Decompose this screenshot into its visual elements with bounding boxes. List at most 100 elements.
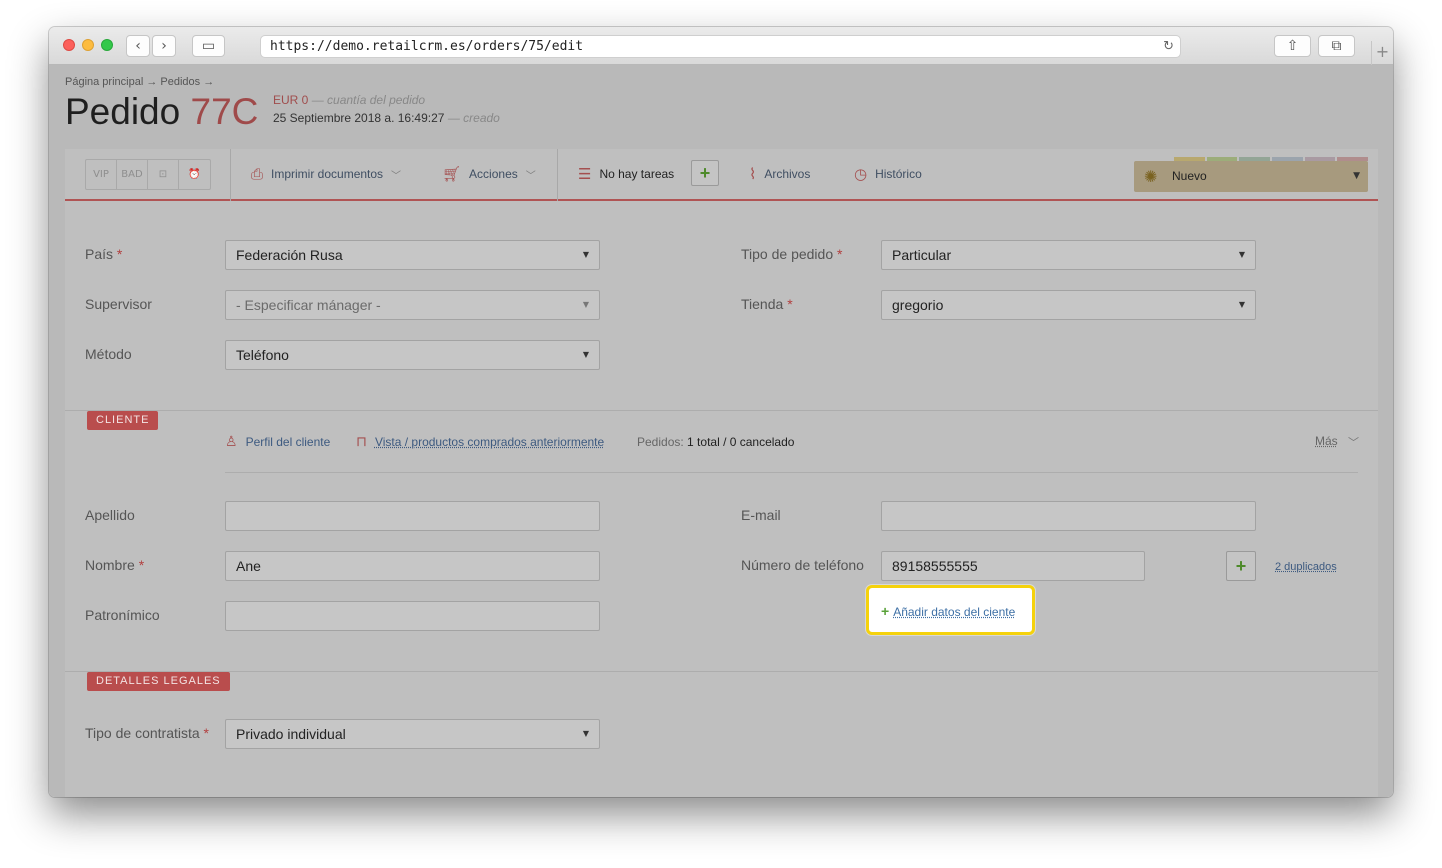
share-button[interactable]: ⇧ — [1274, 35, 1311, 57]
add-phone-button[interactable]: + — [1226, 551, 1256, 581]
reload-icon[interactable]: ↻ — [1163, 36, 1174, 57]
tipo-pedido-select[interactable]: Particular ▼ — [881, 240, 1256, 270]
add-client-data-highlight: + Añadir datos del ciente — [866, 585, 1035, 635]
printer-icon: ⎙ — [251, 165, 264, 183]
print-documents-label: Imprimir documentos — [271, 167, 384, 181]
telefono-input[interactable]: 89158555555 — [881, 551, 1145, 581]
address-bar[interactable]: https://demo.retailcrm.es/orders/75/edit… — [260, 35, 1181, 58]
email-input[interactable] — [881, 501, 1256, 531]
caret-down-icon: ▼ — [582, 729, 589, 738]
divider — [230, 149, 231, 201]
section-divider — [65, 410, 1378, 411]
status-box[interactable]: ✺ Nuevo ▼ — [1134, 161, 1368, 192]
caret-down-icon: ▼ — [1238, 300, 1245, 309]
legal-section-tag: DETALLES LEGALES — [87, 672, 230, 691]
breadcrumb[interactable]: Página principal → Pedidos → — [65, 76, 214, 88]
order-toolbar: VIP BAD ⊡ ⏰ ⎙ Imprimir documentos ﹀ 🛒︎ A… — [65, 149, 1378, 201]
order-sum-value: EUR 0 — [273, 93, 309, 107]
tab-overview-button[interactable]: ⧉ — [1318, 35, 1355, 57]
shopping-bag-icon: ⊓ — [356, 434, 367, 450]
nombre-label: Nombre * — [85, 557, 145, 573]
tienda-label: Tienda * — [741, 296, 793, 312]
caret-down-icon: ▼ — [582, 300, 589, 309]
client-profile-link[interactable]: ♙ Perfil del cliente — [225, 434, 330, 450]
actions-button[interactable]: 🛒︎ Acciones ﹀ — [442, 165, 536, 183]
url-text: https://demo.retailcrm.es/orders/75/edit — [270, 39, 584, 54]
add-client-data-label: Añadir datos del ciente — [893, 605, 1016, 619]
caret-down-icon: ▼ — [1238, 250, 1245, 259]
contratista-select[interactable]: Privado individual ▼ — [225, 719, 600, 749]
duplicates-link[interactable]: 2 duplicados — [1275, 561, 1337, 573]
page-title: Pedido 77C — [65, 91, 258, 133]
patronimico-label: Patronímico — [85, 607, 160, 623]
contratista-label: Tipo de contratista * — [85, 725, 209, 741]
plus-icon: + — [881, 603, 890, 619]
title-bar: ‹ › ▭ https://demo.retailcrm.es/orders/7… — [49, 27, 1393, 65]
new-tab-button[interactable]: + — [1371, 41, 1393, 65]
chevron-down-icon: ﹀ — [525, 170, 536, 182]
supervisor-value: - Especificar mánager - — [236, 297, 381, 313]
section-divider — [65, 671, 1378, 672]
forward-button[interactable]: › — [152, 35, 176, 57]
metodo-select[interactable]: Teléfono ▼ — [225, 340, 600, 370]
client-profile-label: Perfil del cliente — [245, 435, 331, 449]
history-button[interactable]: ◷ Histórico — [854, 165, 922, 183]
back-button[interactable]: ‹ — [126, 35, 150, 57]
caret-down-icon: ▼ — [1353, 171, 1360, 181]
more-link[interactable]: Más — [1315, 434, 1338, 448]
pais-select[interactable]: Federación Rusa ▼ — [225, 240, 600, 270]
pais-label: País * — [85, 246, 123, 262]
tienda-value: gregorio — [892, 297, 944, 313]
purchase-history-label: Vista / productos comprados anteriorment… — [374, 435, 605, 449]
tabs-icon: ⧉ — [1331, 38, 1342, 54]
order-sum: EUR 0 — cuantía del pedido — [273, 93, 425, 107]
orders-label: Pedidos: — [637, 435, 684, 449]
sidebar-toggle-button[interactable]: ▭ — [192, 35, 225, 57]
add-client-data-link[interactable]: + Añadir datos del ciente — [881, 603, 1015, 619]
metodo-value: Teléfono — [236, 347, 289, 363]
lightbulb-icon: ✺ — [1144, 167, 1158, 186]
chevron-down-icon[interactable]: ﹀ — [1348, 434, 1359, 450]
purchase-history-link[interactable]: ⊓ Vista / productos comprados anteriorme… — [356, 434, 604, 450]
orders-value: 1 total / 0 cancelado — [687, 435, 795, 449]
status-select[interactable]: ✺ Nuevo ▼ — [1134, 157, 1369, 192]
tienda-select[interactable]: gregorio ▼ — [881, 290, 1256, 320]
supervisor-label: Supervisor — [85, 296, 152, 312]
caret-down-icon: ▼ — [582, 250, 589, 259]
divider — [557, 149, 558, 201]
tipo-pedido-label: Tipo de pedido * — [741, 246, 843, 262]
created-label: — creado — [447, 111, 500, 125]
divider — [225, 472, 1358, 473]
order-sum-label: — cuantía del pedido — [311, 93, 426, 107]
chevron-down-icon: ﹀ — [391, 170, 402, 182]
supervisor-select[interactable]: - Especificar mánager - ▼ — [225, 290, 600, 320]
tasks-status: ☰ No hay tareas — [578, 165, 674, 183]
print-documents-button[interactable]: ⎙ Imprimir documentos ﹀ — [251, 165, 401, 183]
email-label: E-mail — [741, 507, 781, 523]
apellido-input[interactable] — [225, 501, 600, 531]
close-window-button[interactable] — [63, 39, 75, 51]
history-label: Histórico — [875, 167, 922, 181]
vip-tag[interactable]: VIP — [86, 160, 117, 189]
alarm-icon[interactable]: ⏰ — [179, 160, 210, 189]
actions-label: Acciones — [469, 167, 518, 181]
patronimico-input[interactable] — [225, 601, 600, 631]
note-icon[interactable]: ⊡ — [148, 160, 179, 189]
tasks-label: No hay tareas — [599, 167, 675, 181]
tipo-pedido-value: Particular — [892, 247, 952, 263]
order-number: 77C — [190, 91, 259, 132]
sidebar-icon: ▭ — [201, 38, 216, 54]
nombre-input[interactable]: Ane — [225, 551, 600, 581]
telefono-label: Número de teléfono — [741, 557, 864, 573]
tasks-icon: ☰ — [578, 165, 592, 183]
user-icon: ♙ — [225, 434, 238, 450]
orders-summary: Pedidos: 1 total / 0 cancelado — [637, 435, 794, 449]
order-card: VIP BAD ⊡ ⏰ ⎙ Imprimir documentos ﹀ 🛒︎ A… — [65, 149, 1378, 797]
minimize-window-button[interactable] — [82, 39, 94, 51]
bad-tag[interactable]: BAD — [117, 160, 148, 189]
files-button[interactable]: ⌇ Archivos — [749, 165, 810, 183]
plus-icon: + — [699, 163, 711, 183]
title-prefix: Pedido — [65, 91, 181, 132]
maximize-window-button[interactable] — [101, 39, 113, 51]
add-task-button[interactable]: + — [691, 160, 719, 186]
